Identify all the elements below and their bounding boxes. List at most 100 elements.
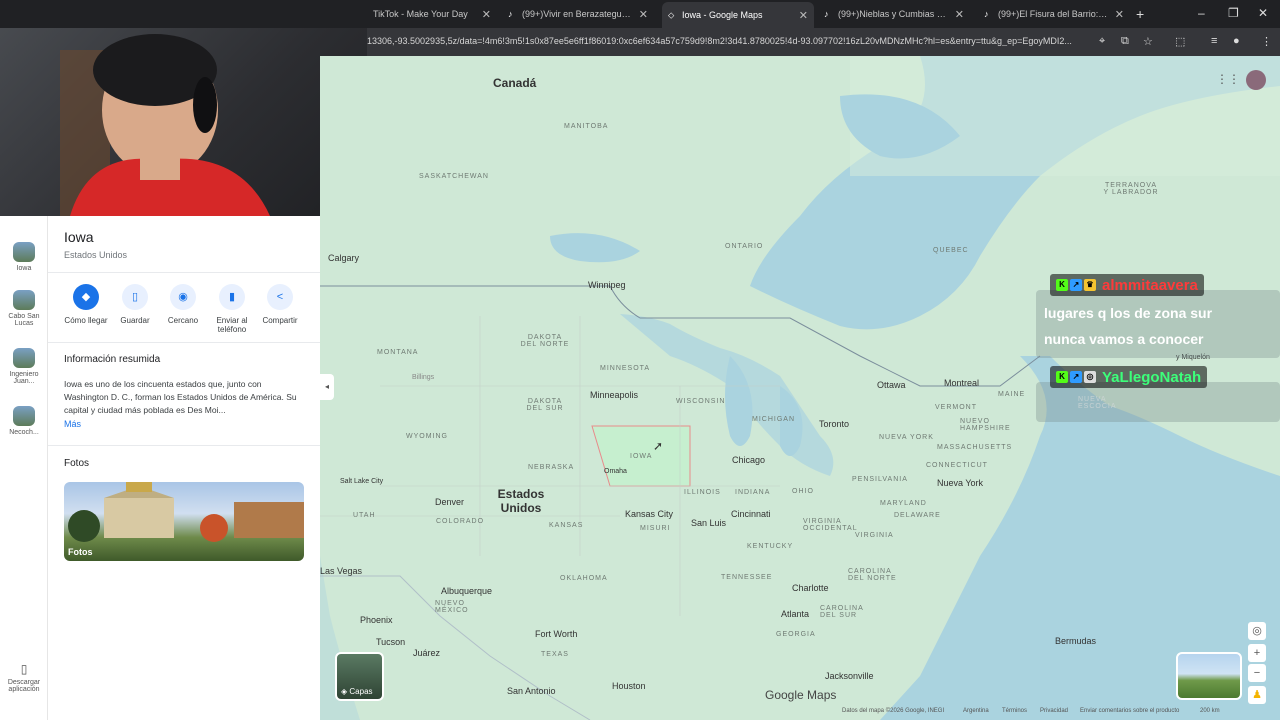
more-link[interactable]: Más — [64, 419, 81, 429]
rail-item-necochea[interactable]: Necoch... — [0, 406, 48, 436]
divider — [48, 342, 320, 343]
tab-title: (99+)Nieblas y Cumbias en Bu — [838, 9, 948, 19]
map-label-jacksonville: Jacksonville — [825, 671, 874, 681]
attribution-country[interactable]: Argentina — [963, 708, 989, 714]
action-label: Enviar al teléfono — [216, 316, 248, 334]
pegman-icon[interactable]: ♟ — [1248, 686, 1266, 704]
screen: TikTok - Make Your Day ✕ ♪ (99+)Vivir en… — [0, 0, 1280, 720]
map-label-vermont: VERMONT — [935, 404, 977, 411]
map-label-pensilvania: PENSILVANIA — [852, 476, 908, 483]
my-location-icon[interactable]: ◎ — [1248, 622, 1266, 640]
action-label: Cercano — [167, 316, 199, 325]
rail-item-label: Necoch... — [9, 429, 39, 436]
url-text[interactable]: 13306,-93.5002935,5z/data=!4m6!3m5!1s0x8… — [367, 36, 1087, 46]
map-label-carolina-norte: CAROLINA DEL NORTE — [848, 568, 897, 582]
browser-tab[interactable]: TikTok - Make Your Day ✕ — [367, 4, 497, 24]
map-label-texas: TEXAS — [541, 651, 569, 658]
extensions-icon[interactable]: ⬚ — [1175, 35, 1185, 48]
close-icon[interactable]: ✕ — [799, 9, 808, 22]
map-label-terranova: TERRANOVA Y LABRADOR — [1103, 182, 1159, 196]
send-to-phone-button[interactable]: ▮ Enviar al teléfono — [206, 284, 258, 334]
rail-item-label: Cabo San Lucas — [8, 313, 40, 327]
map-label-iowa: IOWA — [630, 453, 653, 460]
browser-tab-active[interactable]: ⬦ Iowa - Google Maps ✕ — [662, 2, 814, 28]
map-attribution: Datos del mapa ©2026 Google, INEGI — [842, 708, 945, 714]
tiktok-icon: ♪ — [508, 9, 513, 19]
map-label-minneapolis: Minneapolis — [590, 390, 639, 400]
layers-label: ◈ Capas — [341, 687, 373, 696]
map-label-maryland: MARYLAND — [880, 500, 927, 507]
media-icon[interactable]: ≡ — [1211, 35, 1217, 47]
star-icon[interactable]: ☆ — [1143, 35, 1153, 48]
close-icon[interactable]: ✕ — [639, 8, 648, 21]
chat-user-badge: K ↗ ◎ YaLlegoNatah — [1050, 366, 1208, 388]
close-icon[interactable]: ✕ — [1115, 8, 1124, 21]
attribution-feedback[interactable]: Enviar comentarios sobre el producto — [1080, 708, 1179, 714]
rail-thumbnail — [13, 348, 35, 368]
map-label-delaware: DELAWARE — [894, 512, 941, 519]
close-icon[interactable]: ✕ — [482, 8, 491, 21]
map-label-bermudas: Bermudas — [1055, 636, 1097, 646]
rail-item-label: Descargar aplicación — [7, 679, 41, 693]
divider — [48, 272, 320, 273]
map-label-nuevo-mexico: NUEVO MÉXICO — [435, 600, 469, 614]
new-tab-icon[interactable]: + — [1136, 6, 1144, 22]
map-label-charlotte: Charlotte — [792, 583, 829, 593]
directions-button[interactable]: ◆ Cómo llegar — [60, 284, 112, 325]
minimize-icon[interactable]: – — [1198, 6, 1205, 20]
browser-tab[interactable]: ♪ (99+)Vivir en Berazategui Des ✕ — [502, 4, 654, 24]
address-bar[interactable]: 13306,-93.5002935,5z/data=!4m6!3m5!1s0x8… — [367, 28, 1280, 56]
summary-text: Iowa es uno de los cincuenta estados que… — [64, 379, 297, 415]
profile-icon[interactable]: ● — [1233, 35, 1240, 47]
rail-item-download-app[interactable]: ▯ Descargar aplicación — [0, 662, 48, 693]
location-icon[interactable]: ⌖ — [1099, 35, 1105, 48]
map-label-colorado: COLORADO — [436, 518, 485, 525]
close-window-icon[interactable]: ✕ — [1258, 6, 1268, 20]
photo-building — [68, 482, 304, 542]
rail-item-cabo-san-lucas[interactable]: Cabo San Lucas — [0, 290, 48, 327]
map-label-ontario: ONTARIO — [725, 243, 764, 250]
zoom-in-button[interactable]: + — [1248, 644, 1266, 662]
chat-username: almmitaavera — [1102, 276, 1198, 294]
rail-item-ingeniero-juan[interactable]: Ingeniero Juan... — [0, 348, 48, 385]
collapse-panel-icon[interactable]: ◂ — [320, 374, 334, 400]
shield-icon: ◎ — [1084, 371, 1096, 383]
tab-title: Iowa - Google Maps — [682, 10, 763, 20]
maximize-icon[interactable]: ❐ — [1228, 6, 1239, 20]
zoom-out-button[interactable]: − — [1248, 664, 1266, 682]
rail-item-iowa[interactable]: Iowa — [0, 242, 48, 272]
rail-item-label: Iowa — [16, 265, 32, 272]
attribution-privacy[interactable]: Privacidad — [1040, 708, 1068, 714]
map-label-utah: UTAH — [353, 512, 376, 519]
map-label-nuevo-hampshire: NUEVO HAMPSHIRE — [960, 418, 1011, 432]
browser-tab[interactable]: ♪ (99+)Nieblas y Cumbias en Bu ✕ — [818, 4, 970, 24]
map-label-nueva-york-state: NUEVA YORK — [879, 434, 934, 441]
map-label-san-antonio: San Antonio — [507, 686, 556, 696]
install-icon[interactable]: ⧉ — [1121, 35, 1129, 48]
browser-tab[interactable]: ♪ (99+)El Fisura del Barrio: Una C ✕ — [978, 4, 1130, 24]
save-button[interactable]: ▯ Guardar — [109, 284, 161, 325]
street-view-thumbnail[interactable] — [1176, 652, 1242, 700]
close-icon[interactable]: ✕ — [955, 8, 964, 21]
cursor-icon: ➚ — [653, 439, 664, 453]
place-photo[interactable]: Fotos — [64, 482, 304, 561]
nearby-button[interactable]: ◉ Cercano — [157, 284, 209, 325]
action-label: Cómo llegar — [64, 316, 108, 325]
account-avatar[interactable] — [1246, 70, 1266, 90]
kick-icon: K — [1056, 371, 1068, 383]
badge-icon: ↗ — [1070, 279, 1082, 291]
share-button[interactable]: < Compartir — [254, 284, 306, 325]
map-label-kentucky: KENTUCKY — [747, 543, 794, 550]
map-label-chicago: Chicago — [732, 455, 766, 465]
chat-message-bg — [1036, 382, 1280, 422]
attribution-terms[interactable]: Términos — [1002, 708, 1027, 714]
left-rail: Iowa Cabo San Lucas Ingeniero Juan... Ne… — [0, 216, 48, 720]
map-label-omaha: Omaha — [604, 468, 627, 475]
map-label-indiana: INDIANA — [735, 489, 771, 496]
menu-icon[interactable]: ⋮ — [1261, 35, 1272, 48]
map-label-ottawa: Ottawa — [877, 380, 906, 390]
map-scale: 200 km — [1200, 708, 1220, 714]
map-label-montana: MONTANA — [377, 349, 419, 356]
apps-grid-icon[interactable]: ⋮⋮ — [1216, 72, 1240, 86]
layers-button[interactable]: ◈ Capas — [335, 652, 384, 701]
